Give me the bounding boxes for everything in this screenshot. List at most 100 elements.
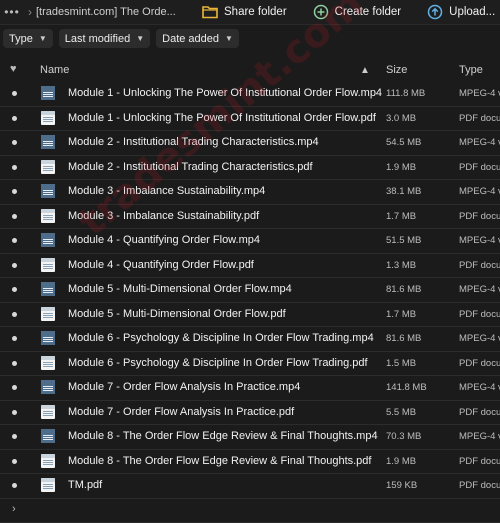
date-added-filter-dropdown[interactable]: Date added ▼ bbox=[156, 29, 239, 48]
chevron-down-icon: ▼ bbox=[39, 34, 47, 43]
size-column-header[interactable]: Size bbox=[386, 64, 407, 76]
row-bullet-icon bbox=[12, 263, 17, 268]
sort-ascending-icon[interactable]: ▲ bbox=[360, 65, 370, 76]
file-type: MPEG-4 video bbox=[459, 382, 500, 393]
file-type: MPEG-4 video bbox=[459, 284, 500, 295]
video-thumbnail-icon bbox=[41, 282, 55, 296]
file-row[interactable]: Module 7 - Order Flow Analysis In Practi… bbox=[0, 376, 500, 401]
file-name[interactable]: Module 3 - Imbalance Sustainability.pdf bbox=[68, 210, 259, 222]
pdf-thumbnail-icon bbox=[41, 111, 55, 125]
row-bullet-icon bbox=[12, 385, 17, 390]
file-type: MPEG-4 video bbox=[459, 235, 500, 246]
file-type: PDF document bbox=[459, 260, 500, 271]
file-name[interactable]: Module 1 - Unlocking The Power Of Instit… bbox=[68, 87, 382, 99]
favorite-column-heart-icon[interactable]: ♥ bbox=[10, 63, 17, 75]
video-thumbnail-icon bbox=[41, 429, 55, 443]
row-bullet-icon bbox=[12, 434, 17, 439]
pdf-thumbnail-icon bbox=[41, 307, 55, 321]
file-size: 111.8 MB bbox=[386, 88, 425, 99]
file-type: PDF document bbox=[459, 456, 500, 467]
more-options-icon[interactable]: ••• bbox=[2, 5, 22, 19]
file-name[interactable]: Module 2 - Institutional Trading Charact… bbox=[68, 161, 313, 173]
file-row[interactable]: Module 8 - The Order Flow Edge Review & … bbox=[0, 425, 500, 450]
folder-icon bbox=[202, 4, 218, 20]
video-thumbnail-icon bbox=[41, 380, 55, 394]
file-row[interactable]: Module 8 - The Order Flow Edge Review & … bbox=[0, 450, 500, 475]
file-size: 1.9 MB bbox=[386, 456, 416, 467]
file-row[interactable]: Module 2 - Institutional Trading Charact… bbox=[0, 156, 500, 181]
last-modified-filter-label: Last modified bbox=[65, 33, 130, 45]
last-modified-filter-dropdown[interactable]: Last modified ▼ bbox=[59, 29, 150, 48]
file-row[interactable]: Module 5 - Multi-Dimensional Order Flow.… bbox=[0, 278, 500, 303]
create-folder-label: Create folder bbox=[335, 6, 401, 18]
file-name[interactable]: Module 7 - Order Flow Analysis In Practi… bbox=[68, 381, 300, 393]
upload-button[interactable]: Upload... bbox=[427, 4, 495, 20]
row-bullet-icon bbox=[12, 459, 17, 464]
file-row[interactable]: Module 5 - Multi-Dimensional Order Flow.… bbox=[0, 303, 500, 328]
file-type: PDF document bbox=[459, 113, 500, 124]
share-folder-label: Share folder bbox=[224, 6, 287, 18]
file-type: PDF document bbox=[459, 358, 500, 369]
file-name[interactable]: Module 2 - Institutional Trading Charact… bbox=[68, 136, 319, 148]
file-row[interactable]: Module 3 - Imbalance Sustainability.pdf 1… bbox=[0, 205, 500, 230]
plus-circle-icon bbox=[313, 4, 329, 20]
file-size: 1.9 MB bbox=[386, 162, 416, 173]
file-size: 1.7 MB bbox=[386, 211, 416, 222]
toolbar: ••• › [tradesmint.com] The Orde... Share… bbox=[0, 0, 500, 25]
file-row[interactable]: Module 2 - Institutional Trading Charact… bbox=[0, 131, 500, 156]
file-type: MPEG-4 video bbox=[459, 431, 500, 442]
file-type: MPEG-4 video bbox=[459, 333, 500, 344]
video-thumbnail-icon bbox=[41, 233, 55, 247]
file-type: MPEG-4 video bbox=[459, 137, 500, 148]
row-bullet-icon bbox=[12, 140, 17, 145]
file-row[interactable]: Module 6 - Psychology & Discipline In Or… bbox=[0, 327, 500, 352]
file-size: 51.5 MB bbox=[386, 235, 421, 246]
list-item[interactable]: › bbox=[0, 499, 500, 523]
file-size: 159 KB bbox=[386, 480, 417, 491]
row-bullet-icon bbox=[12, 287, 17, 292]
type-filter-dropdown[interactable]: Type ▼ bbox=[3, 29, 53, 48]
file-name[interactable]: Module 5 - Multi-Dimensional Order Flow.… bbox=[68, 283, 292, 295]
file-name[interactable]: Module 5 - Multi-Dimensional Order Flow.… bbox=[68, 308, 286, 320]
row-bullet-icon bbox=[12, 312, 17, 317]
share-folder-button[interactable]: Share folder bbox=[202, 4, 287, 20]
file-row[interactable]: Module 6 - Psychology & Discipline In Or… bbox=[0, 352, 500, 377]
file-row[interactable]: Module 1 - Unlocking The Power Of Instit… bbox=[0, 82, 500, 107]
file-type: MPEG-4 video bbox=[459, 88, 500, 99]
filter-bar: Type ▼ Last modified ▼ Date added ▼ bbox=[0, 25, 500, 52]
pdf-thumbnail-icon bbox=[41, 454, 55, 468]
file-name[interactable]: Module 4 - Quantifying Order Flow.mp4 bbox=[68, 234, 260, 246]
file-row[interactable]: Module 7 - Order Flow Analysis In Practi… bbox=[0, 401, 500, 426]
file-row[interactable]: Module 1 - Unlocking The Power Of Instit… bbox=[0, 107, 500, 132]
row-bullet-icon bbox=[12, 336, 17, 341]
video-thumbnail-icon bbox=[41, 135, 55, 149]
row-bullet-icon bbox=[12, 116, 17, 121]
file-name[interactable]: Module 4 - Quantifying Order Flow.pdf bbox=[68, 259, 254, 271]
chevron-right-icon[interactable]: › bbox=[12, 503, 16, 515]
file-type: PDF document bbox=[459, 162, 500, 173]
file-row[interactable]: TM.pdf159 KBPDF document bbox=[0, 474, 500, 499]
file-name[interactable]: Module 6 - Psychology & Discipline In Or… bbox=[68, 357, 368, 369]
file-name[interactable]: Module 1 - Unlocking The Power Of Instit… bbox=[68, 112, 376, 124]
file-row[interactable]: Module 4 - Quantifying Order Flow.pdf1.3… bbox=[0, 254, 500, 279]
file-type: PDF document bbox=[459, 309, 500, 320]
upload-label: Upload... bbox=[449, 6, 495, 18]
type-column-header[interactable]: Type bbox=[459, 64, 483, 76]
pdf-thumbnail-icon bbox=[41, 258, 55, 272]
file-row[interactable]: Module 4 - Quantifying Order Flow.mp4 51.… bbox=[0, 229, 500, 254]
file-name[interactable]: Module 3 - Imbalance Sustainability.mp4 bbox=[68, 185, 265, 197]
file-name[interactable]: Module 8 - The Order Flow Edge Review & … bbox=[68, 455, 371, 467]
file-size: 5.5 MB bbox=[386, 407, 416, 418]
video-thumbnail-icon bbox=[41, 331, 55, 345]
breadcrumb-current-folder[interactable]: [tradesmint.com] The Orde... bbox=[36, 6, 176, 18]
file-name[interactable]: Module 6 - Psychology & Discipline In Or… bbox=[68, 332, 374, 344]
file-name[interactable]: Module 8 - The Order Flow Edge Review & … bbox=[68, 430, 378, 442]
row-bullet-icon bbox=[12, 361, 17, 366]
create-folder-button[interactable]: Create folder bbox=[313, 4, 401, 20]
file-row[interactable]: Module 3 - Imbalance Sustainability.mp43… bbox=[0, 180, 500, 205]
video-thumbnail-icon bbox=[41, 184, 55, 198]
column-header-row: ♥ Name ▲ Size Type bbox=[0, 58, 500, 83]
name-column-header[interactable]: Name bbox=[40, 64, 69, 76]
file-name[interactable]: TM.pdf bbox=[68, 479, 102, 491]
file-name[interactable]: Module 7 - Order Flow Analysis In Practi… bbox=[68, 406, 294, 418]
